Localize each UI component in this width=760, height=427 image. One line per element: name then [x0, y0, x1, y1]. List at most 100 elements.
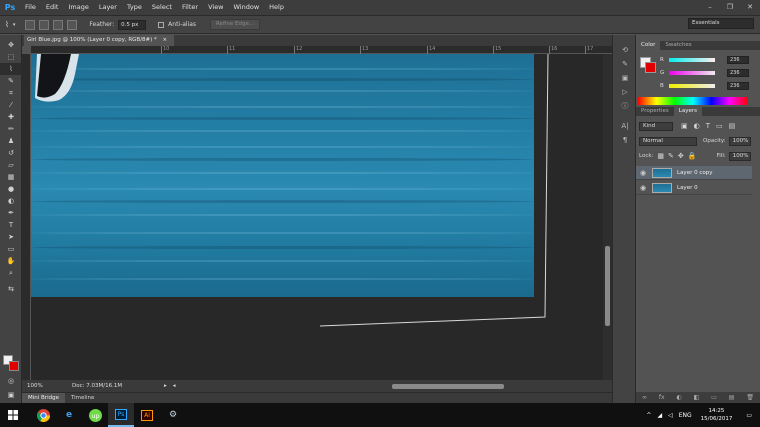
- menu-select[interactable]: Select: [147, 0, 177, 15]
- feather-input[interactable]: 0.5 px: [118, 19, 147, 30]
- menu-layer[interactable]: Layer: [94, 0, 122, 15]
- tab-color[interactable]: Color: [636, 41, 661, 50]
- type-tool-icon[interactable]: T: [0, 219, 22, 231]
- canvas-pasteboard[interactable]: [31, 54, 603, 380]
- gradient-tool-icon[interactable]: ▦: [0, 171, 22, 183]
- intersect-selection-button[interactable]: [67, 19, 78, 30]
- new-group-icon[interactable]: ▭: [711, 392, 717, 403]
- screen-mode-icon[interactable]: ▣: [0, 389, 22, 401]
- zoom-tool-icon[interactable]: ⌕: [0, 267, 22, 279]
- lasso-tool-icon[interactable]: ⌇: [0, 63, 22, 75]
- character-icon[interactable]: A|: [613, 119, 637, 133]
- scroll-left-icon[interactable]: ◂: [173, 383, 176, 389]
- dodge-tool-icon[interactable]: ◐: [0, 195, 22, 207]
- info-icon[interactable]: ⓘ: [613, 99, 637, 113]
- tab-swatches[interactable]: Swatches: [660, 41, 696, 50]
- horizontal-ruler[interactable]: 10 11 12 13 14 15 16 17: [31, 46, 612, 54]
- channel-slider[interactable]: [669, 71, 715, 75]
- menu-help[interactable]: Help: [264, 0, 289, 15]
- swap-colors-icon[interactable]: ⇆: [0, 283, 22, 295]
- tab-properties[interactable]: Properties: [636, 107, 674, 116]
- crop-tool-icon[interactable]: ⌗: [0, 87, 22, 99]
- channel-slider[interactable]: [669, 84, 715, 88]
- illustrator-taskbar-icon[interactable]: Ai: [134, 403, 160, 427]
- hand-tool-icon[interactable]: ✋: [0, 255, 22, 267]
- healing-tool-icon[interactable]: ✚: [0, 111, 22, 123]
- notifications-icon[interactable]: ▭: [738, 412, 760, 419]
- actions-icon[interactable]: ▷: [613, 85, 637, 99]
- color-bg-swatch[interactable]: [645, 62, 656, 73]
- lock-pixels-icon[interactable]: ✎: [668, 152, 674, 160]
- new-selection-button[interactable]: [25, 19, 36, 30]
- opacity-input[interactable]: 100%: [728, 136, 751, 146]
- history-icon[interactable]: ⟲: [613, 43, 637, 57]
- path-select-tool-icon[interactable]: ➤: [0, 231, 22, 243]
- lock-transparent-icon[interactable]: ▦: [657, 152, 664, 160]
- clone-stamp-tool-icon[interactable]: ♟: [0, 135, 22, 147]
- tab-mini-bridge[interactable]: Mini Bridge: [22, 393, 65, 403]
- fill-input[interactable]: 100%: [728, 151, 751, 161]
- shape-tool-icon[interactable]: ▭: [0, 243, 22, 255]
- document-tab[interactable]: Girl Blue.jpg @ 100% (Layer 0 copy, RGB/…: [24, 35, 174, 46]
- eraser-tool-icon[interactable]: ▱: [0, 159, 22, 171]
- steam-icon[interactable]: ⚙: [160, 403, 186, 427]
- close-document-icon[interactable]: ×: [163, 37, 168, 43]
- new-layer-icon[interactable]: ▤: [729, 392, 735, 403]
- chrome-icon[interactable]: [30, 403, 56, 427]
- add-selection-button[interactable]: [39, 19, 50, 30]
- move-tool-icon[interactable]: ✥: [0, 39, 22, 51]
- lock-position-icon[interactable]: ✥: [678, 152, 684, 160]
- add-mask-icon[interactable]: ◐: [676, 392, 681, 403]
- background-color-swatch[interactable]: [9, 361, 19, 371]
- channel-slider[interactable]: [669, 58, 715, 62]
- filter-smart-icon[interactable]: ▤: [729, 122, 736, 130]
- eyedropper-tool-icon[interactable]: ⁄: [0, 99, 22, 111]
- lasso-preset-icon[interactable]: ⌇: [5, 20, 9, 29]
- vertical-ruler[interactable]: [22, 54, 31, 380]
- menu-window[interactable]: Window: [229, 0, 265, 15]
- upwork-icon[interactable]: up: [82, 403, 108, 427]
- restore-button[interactable]: ❐: [720, 0, 740, 15]
- menu-edit[interactable]: Edit: [41, 0, 64, 15]
- menu-file[interactable]: File: [20, 0, 41, 15]
- lock-all-icon[interactable]: 🔒: [688, 152, 697, 160]
- layer-style-icon[interactable]: fx: [659, 392, 665, 403]
- antialias-checkbox[interactable]: [158, 21, 165, 28]
- close-button[interactable]: ✕: [740, 0, 760, 15]
- channel-value[interactable]: 236: [727, 56, 749, 64]
- tab-layers[interactable]: Layers: [673, 107, 702, 116]
- link-layers-icon[interactable]: ∞: [642, 392, 647, 403]
- brush-tool-icon[interactable]: ✏: [0, 123, 22, 135]
- language-indicator[interactable]: ENG: [676, 412, 695, 419]
- menu-type[interactable]: Type: [122, 0, 147, 15]
- zoom-level[interactable]: 100%: [22, 383, 44, 389]
- filter-shape-icon[interactable]: ▭: [716, 122, 723, 130]
- vertical-scroll-thumb[interactable]: [605, 246, 610, 326]
- brush-preset-icon[interactable]: ✎: [613, 57, 637, 71]
- channel-value[interactable]: 236: [727, 69, 749, 77]
- visibility-eye-icon[interactable]: ◉: [636, 184, 650, 192]
- network-icon[interactable]: ◢: [654, 412, 665, 419]
- layer-row-layer-0[interactable]: ◉ Layer 0: [636, 181, 752, 195]
- blend-mode-select[interactable]: Normal: [639, 136, 697, 146]
- paragraph-icon[interactable]: ¶: [613, 133, 637, 147]
- delete-layer-icon[interactable]: 🗑: [746, 392, 754, 403]
- minimize-button[interactable]: –: [700, 0, 720, 15]
- windows-start-icon[interactable]: [0, 403, 26, 427]
- edge-icon[interactable]: e: [56, 403, 82, 427]
- filter-kind-select[interactable]: Kind: [639, 121, 673, 131]
- photoshop-taskbar-icon[interactable]: Ps: [108, 403, 134, 427]
- filter-type-icon[interactable]: T: [706, 122, 710, 130]
- visibility-eye-icon[interactable]: ◉: [636, 169, 650, 177]
- quick-mask-icon[interactable]: ◎: [0, 375, 22, 387]
- color-spectrum-bar[interactable]: [638, 97, 748, 105]
- tray-expand-icon[interactable]: ^: [643, 412, 654, 419]
- refine-edge-button[interactable]: Refine Edge...: [210, 19, 261, 30]
- subtract-selection-button[interactable]: [53, 19, 64, 30]
- document-info[interactable]: Doc: 7.03M/16.1M: [44, 383, 164, 389]
- clone-source-icon[interactable]: ▣: [613, 71, 637, 85]
- volume-icon[interactable]: ◁: [665, 412, 676, 419]
- adjustment-layer-icon[interactable]: ◧: [694, 392, 700, 403]
- history-brush-tool-icon[interactable]: ↺: [0, 147, 22, 159]
- vertical-scrollbar[interactable]: [603, 54, 612, 380]
